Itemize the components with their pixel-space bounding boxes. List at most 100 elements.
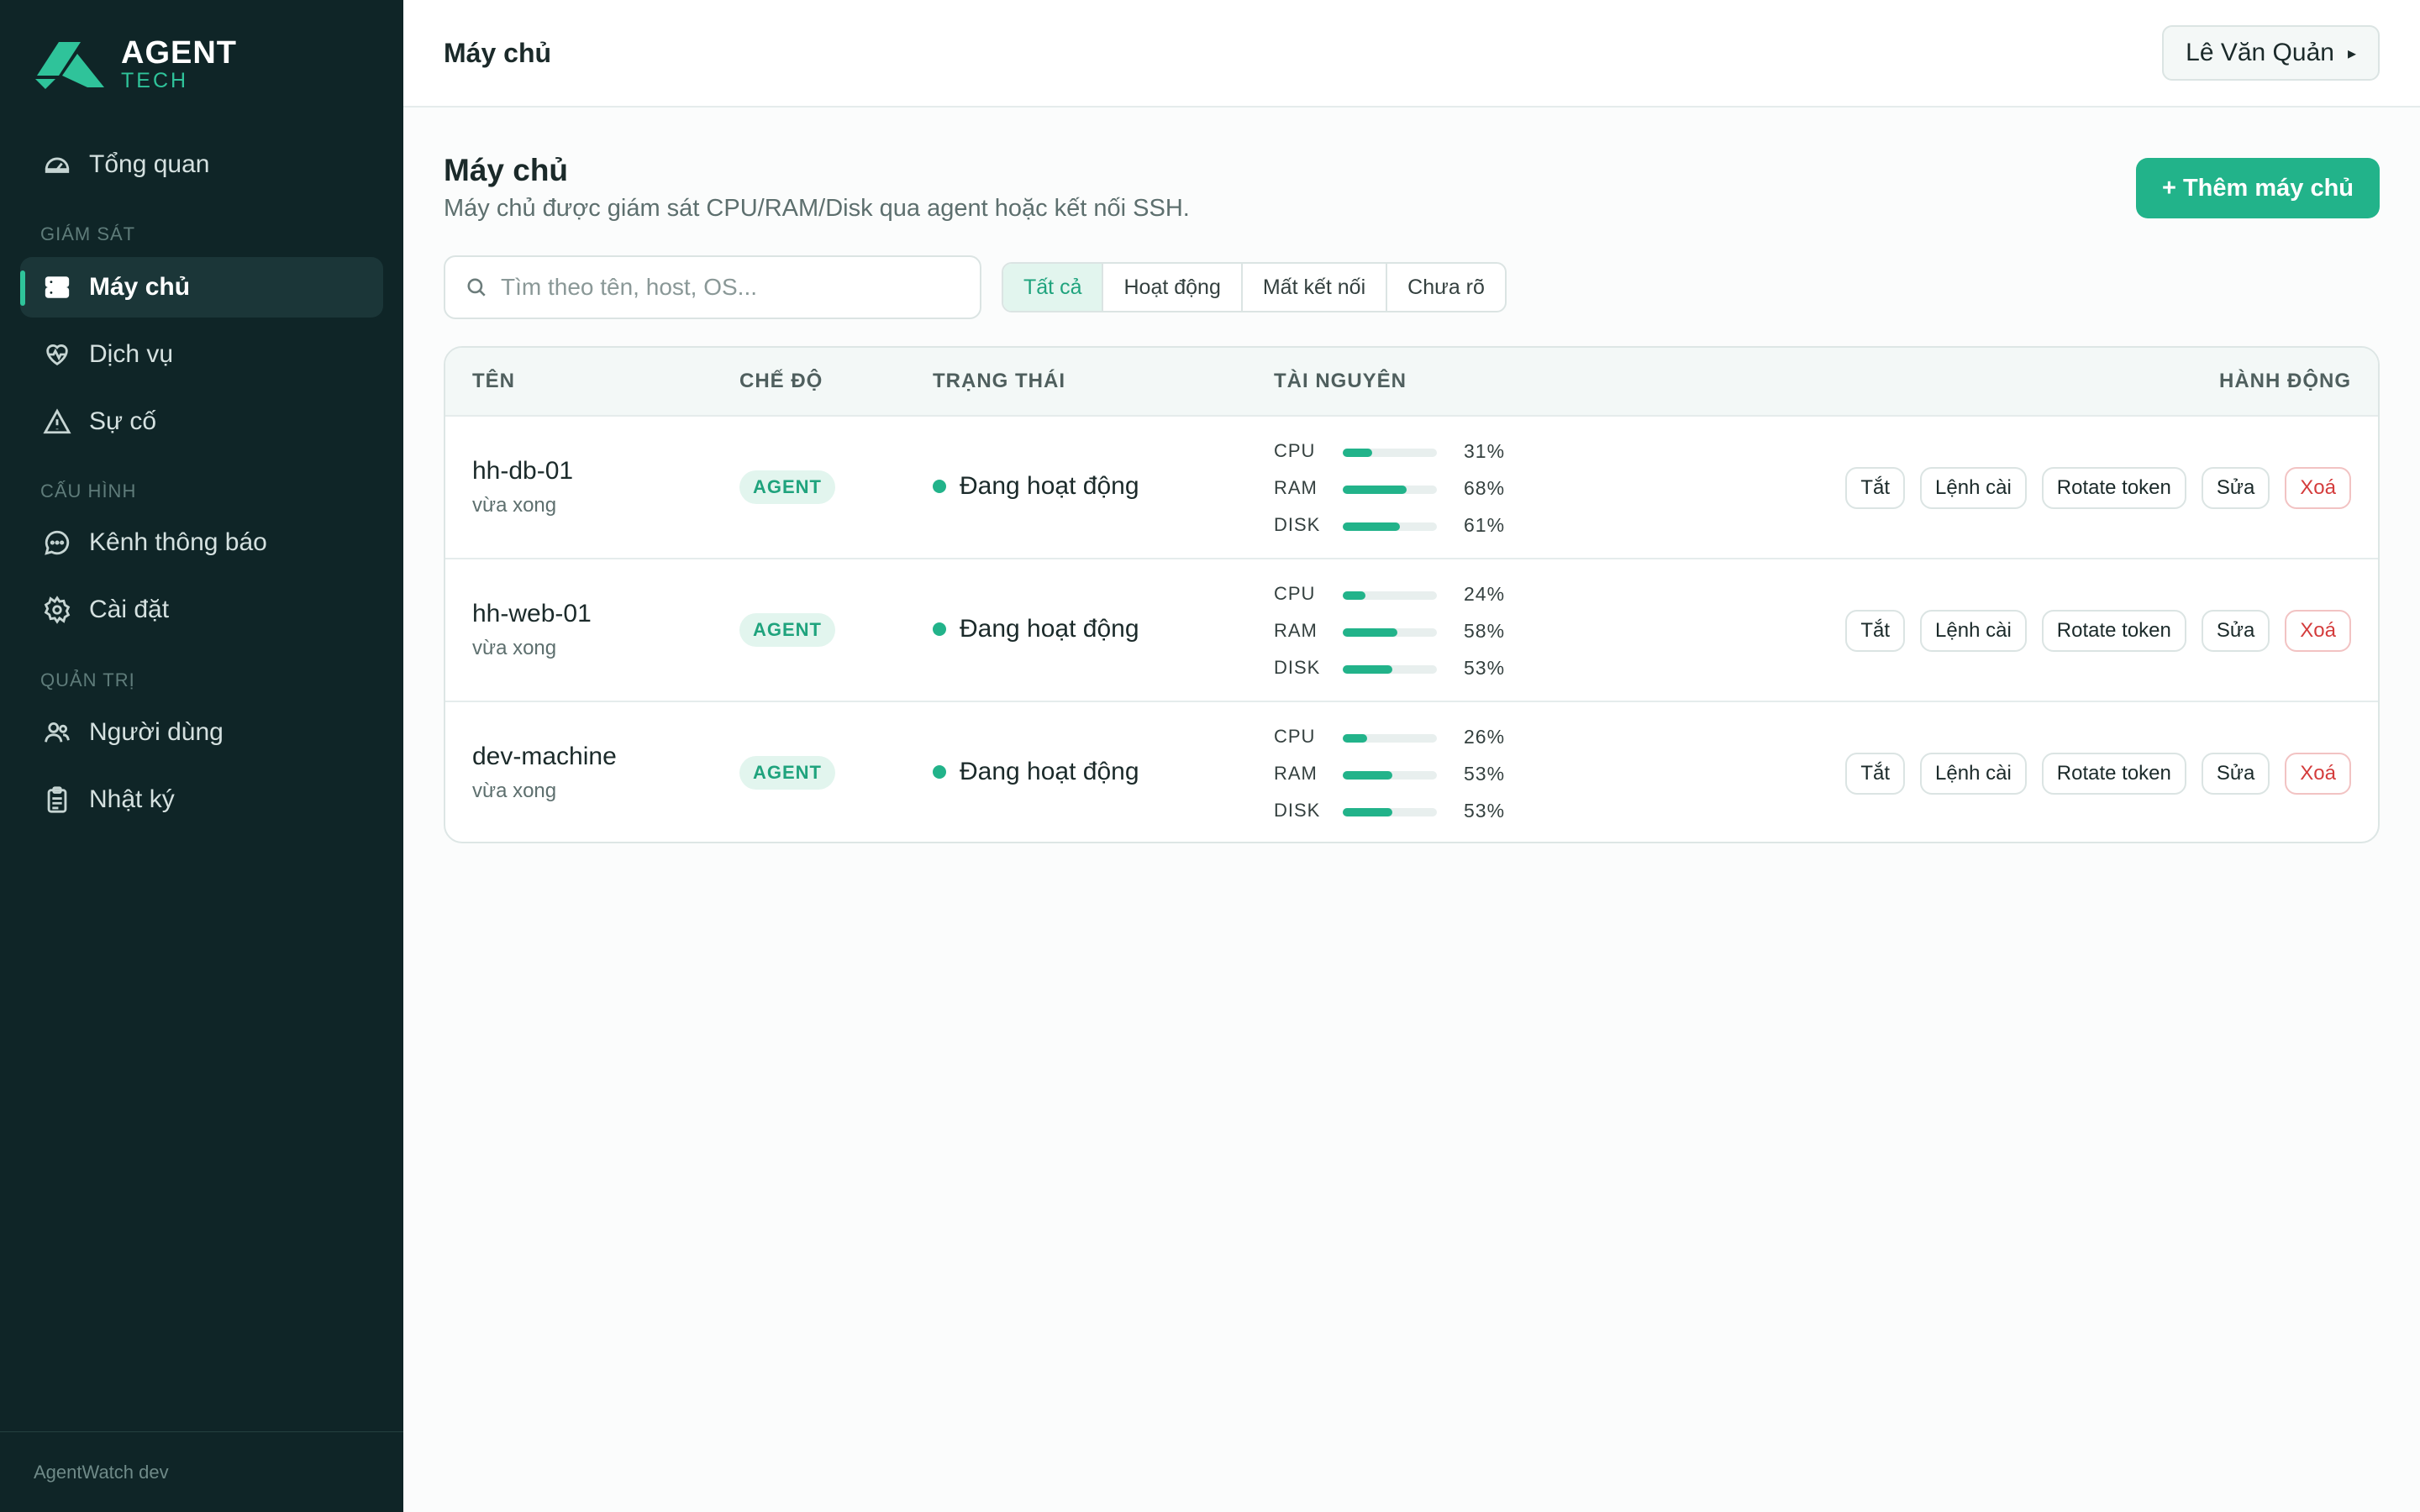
install-command-button[interactable]: Lệnh cài: [1920, 467, 2027, 509]
server-icon: [40, 270, 74, 304]
users-icon: [40, 716, 74, 749]
edit-button[interactable]: Sửa: [2201, 467, 2270, 509]
sidebar-item-label: Tổng quan: [89, 150, 210, 178]
progress-track: [1343, 734, 1437, 743]
caret-right-icon: ▸: [2347, 44, 2356, 63]
rotate-token-button[interactable]: Rotate token: [2041, 753, 2186, 795]
active-indicator: [20, 270, 25, 306]
resource-label: CPU: [1274, 726, 1316, 747]
sidebar-item-overview[interactable]: Tổng quan: [20, 134, 383, 195]
row-actions: Tắt Lệnh cài Rotate token Sửa Xoá: [1830, 467, 2351, 509]
edit-button[interactable]: Sửa: [2201, 753, 2270, 795]
gauge-icon: [40, 148, 74, 181]
sidebar-item-services[interactable]: Dịch vụ: [20, 324, 383, 385]
edit-button[interactable]: Sửa: [2201, 610, 2270, 652]
col-name: TÊN: [472, 370, 515, 392]
sidebar: AGENT TECH Tổng quan GIÁM SÁT Máy chủ Dị…: [0, 0, 403, 1512]
delete-button[interactable]: Xoá: [2285, 610, 2351, 652]
sidebar-item-channels[interactable]: Kênh thông báo: [20, 512, 383, 573]
ram-usage: RAM 68%: [1274, 472, 1526, 509]
row-actions: Tắt Lệnh cài Rotate token Sửa Xoá: [1830, 753, 2351, 795]
chat-bubble-icon: [40, 526, 74, 559]
status-text: Đang hoạt động: [960, 615, 1139, 643]
filter-unknown[interactable]: Chưa rõ: [1387, 264, 1505, 311]
topbar: Máy chủ Lê Văn Quản ▸: [403, 0, 2420, 108]
col-actions: HÀNH ĐỘNG: [2219, 370, 2351, 392]
resource-usage: CPU 26% RAM 53% DISK 53%: [1274, 721, 1526, 832]
col-mode: CHẾ ĐỘ: [739, 370, 823, 392]
filter-active[interactable]: Hoạt động: [1103, 264, 1243, 311]
progress-track: [1343, 665, 1437, 674]
filter-all[interactable]: Tất cả: [1003, 264, 1104, 311]
ram-bar: [1343, 486, 1407, 494]
server-name[interactable]: dev-machine: [472, 743, 617, 771]
progress-track: [1343, 591, 1437, 600]
server-name[interactable]: hh-db-01: [472, 457, 573, 486]
install-command-button[interactable]: Lệnh cài: [1920, 610, 2027, 652]
brand-subname: TECH: [121, 69, 189, 92]
filter-disconnected[interactable]: Mất kết nối: [1243, 264, 1388, 311]
resource-label: RAM: [1274, 763, 1318, 784]
install-command-button[interactable]: Lệnh cài: [1920, 753, 2027, 795]
page-title: Máy chủ: [444, 153, 569, 187]
section-config: CẤU HÌNH: [40, 480, 137, 501]
search-input[interactable]: [501, 274, 971, 301]
table-row[interactable]: dev-machine vừa xong AGENT Đang hoạt độn…: [445, 701, 2378, 842]
cpu-bar: [1343, 449, 1372, 457]
sidebar-item-label: Sự cố: [89, 407, 157, 435]
sidebar-item-users[interactable]: Người dùng: [20, 702, 383, 763]
server-last-seen: vừa xong: [472, 780, 557, 802]
rotate-token-button[interactable]: Rotate token: [2041, 467, 2186, 509]
status-dot-icon: [933, 622, 946, 636]
progress-track: [1343, 522, 1437, 531]
resource-label: CPU: [1274, 583, 1316, 604]
progress-track: [1343, 771, 1437, 780]
progress-track: [1343, 628, 1437, 637]
status-dot-icon: [933, 765, 946, 779]
row-actions: Tắt Lệnh cài Rotate token Sửa Xoá: [1830, 610, 2351, 652]
turn-off-button[interactable]: Tắt: [1845, 610, 1906, 652]
status-indicator: Đang hoạt động: [933, 615, 1139, 643]
agent-tech-logo-icon: [35, 41, 104, 89]
ram-percent: 68%: [1464, 477, 1506, 499]
sidebar-item-label: Người dùng: [89, 718, 224, 746]
col-resources: TÀI NGUYÊN: [1274, 370, 1407, 392]
sidebar-item-incidents[interactable]: Sự cố: [20, 391, 383, 452]
resource-label: RAM: [1274, 477, 1318, 498]
sidebar-item-servers[interactable]: Máy chủ: [20, 257, 383, 318]
rotate-token-button[interactable]: Rotate token: [2041, 610, 2186, 652]
resource-label: DISK: [1274, 514, 1321, 535]
cpu-bar: [1343, 591, 1365, 600]
resource-usage: CPU 24% RAM 58% DISK 53%: [1274, 578, 1526, 689]
topbar-title: Máy chủ: [444, 37, 552, 68]
disk-usage: DISK 53%: [1274, 795, 1526, 832]
disk-percent: 53%: [1464, 657, 1506, 679]
turn-off-button[interactable]: Tắt: [1845, 753, 1906, 795]
delete-button[interactable]: Xoá: [2285, 753, 2351, 795]
server-last-seen: vừa xong: [472, 637, 557, 659]
delete-button[interactable]: Xoá: [2285, 467, 2351, 509]
cpu-percent: 26%: [1464, 726, 1506, 748]
brand-name: AGENT: [121, 35, 237, 71]
search-box[interactable]: [444, 255, 981, 319]
brand-logo[interactable]: AGENT TECH: [34, 37, 237, 92]
sidebar-item-settings[interactable]: Cài đặt: [20, 580, 383, 640]
cpu-bar: [1343, 734, 1368, 743]
mode-badge: AGENT: [739, 470, 835, 504]
warning-icon: [40, 405, 74, 438]
ram-percent: 53%: [1464, 763, 1506, 785]
ram-bar: [1343, 771, 1393, 780]
section-admin: QUẢN TRỊ: [40, 669, 135, 690]
sidebar-item-logs[interactable]: Nhật ký: [20, 769, 383, 830]
user-menu-button[interactable]: Lê Văn Quản ▸: [2162, 25, 2380, 81]
table-row[interactable]: hh-db-01 vừa xong AGENT Đang hoạt động C…: [445, 415, 2378, 558]
table-header: TÊN CHẾ ĐỘ TRẠNG THÁI TÀI NGUYÊN HÀNH ĐỘ…: [445, 348, 2378, 415]
progress-track: [1343, 449, 1437, 457]
cpu-usage: CPU 26%: [1274, 721, 1526, 758]
main-content: Máy chủ Lê Văn Quản ▸ Máy chủ Máy chủ đư…: [403, 0, 2420, 1512]
table-row[interactable]: hh-web-01 vừa xong AGENT Đang hoạt động …: [445, 558, 2378, 701]
add-server-button[interactable]: + Thêm máy chủ: [2136, 158, 2380, 218]
resource-usage: CPU 31% RAM 68% DISK 61%: [1274, 435, 1526, 546]
turn-off-button[interactable]: Tắt: [1845, 467, 1906, 509]
server-name[interactable]: hh-web-01: [472, 600, 592, 628]
